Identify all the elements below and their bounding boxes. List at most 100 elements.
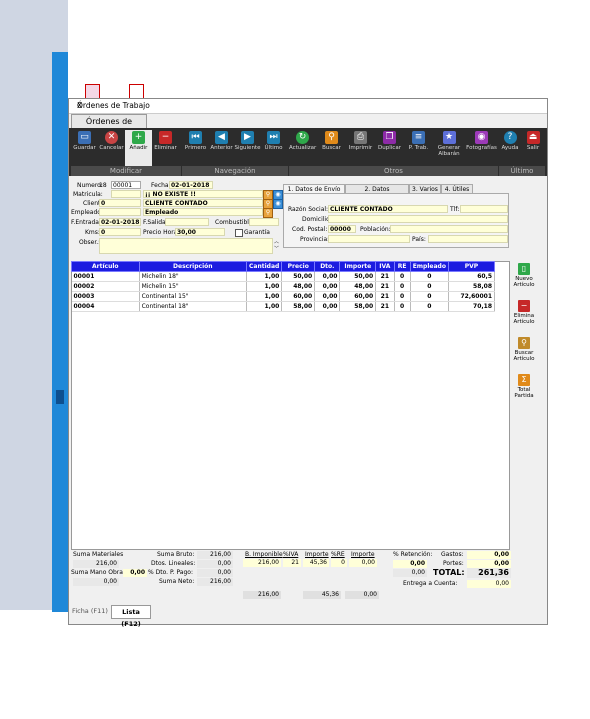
desktop-app-icon[interactable] xyxy=(129,84,144,99)
cancelar-button[interactable]: ✕ Cancelar xyxy=(98,130,125,166)
table-cell[interactable]: 60,5 xyxy=(448,271,496,282)
observaciones-field[interactable] xyxy=(99,238,273,254)
combustible-field[interactable] xyxy=(249,218,279,226)
garantia-checkbox[interactable] xyxy=(235,229,243,237)
pais-field[interactable] xyxy=(428,235,508,243)
cliente-code-field[interactable]: 0 xyxy=(99,199,141,207)
fsalida-field[interactable] xyxy=(165,218,209,226)
retencion-pct-field[interactable]: 0,00 xyxy=(393,560,427,568)
cp-field[interactable]: 00000 xyxy=(328,225,356,233)
table-cell[interactable]: 0 xyxy=(410,281,449,292)
table-cell[interactable]: 48,00 xyxy=(281,281,316,292)
duplicar-button[interactable]: ❐ Duplicar xyxy=(376,130,403,166)
table-cell[interactable]: 48,00 xyxy=(339,281,377,292)
ptrab-button[interactable]: ≡ P. Trab. xyxy=(405,130,432,166)
tab-lista[interactable]: Lista (F12) xyxy=(111,605,151,628)
table-cell[interactable]: 0 xyxy=(410,301,449,312)
guardar-button[interactable]: ▭ Guardar xyxy=(71,130,98,166)
table-cell[interactable]: 0 xyxy=(410,291,449,302)
ultimo-button[interactable]: ⏭ Último xyxy=(260,130,287,166)
close-icon[interactable]: X xyxy=(77,101,541,110)
side-button-total[interactable]: Σ Total Partida xyxy=(513,374,535,399)
table-cell[interactable]: 21 xyxy=(375,301,395,312)
table-cell[interactable]: Continental 18" xyxy=(139,301,248,312)
column-header[interactable]: Dto. xyxy=(314,261,341,272)
table-cell[interactable]: 0 xyxy=(410,271,449,282)
provincia-field[interactable] xyxy=(328,235,410,243)
table-cell[interactable]: 50,00 xyxy=(339,271,377,282)
side-button-elimina[interactable]: − Elimina Artículo xyxy=(513,300,535,325)
table-cell[interactable]: 70,18 xyxy=(448,301,496,312)
table-cell[interactable]: Michelin 15" xyxy=(139,281,248,292)
search-icon[interactable]: ⚲ xyxy=(263,208,273,218)
table-cell[interactable]: 0 xyxy=(394,291,411,302)
empleado-code-field[interactable] xyxy=(99,208,141,216)
table-cell[interactable]: 21 xyxy=(375,271,395,282)
table-cell[interactable]: Michelin 18" xyxy=(139,271,248,282)
table-cell[interactable]: 1,00 xyxy=(246,271,283,282)
table-cell[interactable]: 0,00 xyxy=(314,271,341,282)
table-cell[interactable]: 0,00 xyxy=(314,301,341,312)
actualizar-button[interactable]: ↻ Actualizar xyxy=(289,130,316,166)
table-cell[interactable]: 1,00 xyxy=(246,291,283,302)
column-header[interactable]: PVP xyxy=(447,261,496,272)
imprimir-button[interactable]: ⎙ Imprimir xyxy=(347,130,374,166)
siguiente-button[interactable]: ▶ Siguiente xyxy=(234,130,261,166)
table-cell[interactable]: 21 xyxy=(375,291,395,302)
table-cell[interactable]: 0,00 xyxy=(314,291,341,302)
anadir-button[interactable]: + Añadir xyxy=(125,130,152,166)
table-cell[interactable]: 1,00 xyxy=(246,301,283,312)
anterior-button[interactable]: ◀ Anterior xyxy=(208,130,235,166)
fotografias-button[interactable]: ◉ Fotografías xyxy=(466,130,497,166)
table-row[interactable]: 00001 Michelin 18" 1,00 50,00 0,00 50,00 21 0 0 6… xyxy=(71,271,496,282)
buscar-button[interactable]: ⚲ Buscar xyxy=(318,130,345,166)
kms-field[interactable]: 0 xyxy=(99,228,141,236)
table-cell[interactable]: 60,00 xyxy=(339,291,377,302)
table-cell[interactable]: 00004 xyxy=(71,301,140,312)
column-header[interactable]: Empleado xyxy=(409,261,449,272)
column-header[interactable]: Cantidad xyxy=(246,261,283,272)
fecha-field[interactable]: 02-01-2018 xyxy=(169,181,213,189)
view-icon[interactable]: ◉ xyxy=(273,199,283,209)
ayuda-button[interactable]: ? Ayuda xyxy=(499,130,521,166)
table-row[interactable]: 00004 Continental 18" 1,00 58,00 0,00 58,00 21… xyxy=(71,301,496,312)
razon-field[interactable]: CLIENTE CONTADO xyxy=(328,205,448,213)
eliminar-button[interactable]: − Eliminar xyxy=(152,130,179,166)
table-cell[interactable]: 00003 xyxy=(71,291,140,302)
empleado-field[interactable]: Empleado xyxy=(143,208,263,216)
table-cell[interactable]: 0,00 xyxy=(314,281,341,292)
table-row[interactable]: 00002 Michelin 15" 1,00 48,00 0,00 48,00 21 0 0 5… xyxy=(71,281,496,292)
scroll-arrows-icon[interactable]: ︿ ﹀ xyxy=(274,238,279,252)
table-cell[interactable]: 72,60001 xyxy=(448,291,496,302)
column-header[interactable]: Artículo xyxy=(71,261,140,272)
table-cell[interactable]: 60,00 xyxy=(281,291,316,302)
entrega-field[interactable]: 0,00 xyxy=(467,580,511,588)
desktop-app-icon[interactable] xyxy=(85,84,100,99)
column-header[interactable]: Descripción xyxy=(138,261,248,272)
cliente-name-field[interactable]: CLIENTE CONTADO xyxy=(143,199,263,207)
table-cell[interactable]: 58,08 xyxy=(448,281,496,292)
table-cell[interactable]: 00001 xyxy=(71,271,140,282)
column-header[interactable]: Importe xyxy=(339,261,377,272)
gastos-field[interactable]: 0,00 xyxy=(467,551,511,559)
tab-ficha[interactable]: Ficha (F11) xyxy=(71,605,109,617)
table-cell[interactable]: Continental 15" xyxy=(139,291,248,302)
column-header[interactable]: Precio xyxy=(281,261,316,272)
primero-button[interactable]: ⏮ Primero xyxy=(182,130,209,166)
table-cell[interactable]: 0 xyxy=(394,301,411,312)
table-cell[interactable]: 50,00 xyxy=(281,271,316,282)
fentrada-field[interactable]: 02-01-2018 xyxy=(99,218,141,226)
table-cell[interactable]: 0 xyxy=(394,281,411,292)
precio-hora-field[interactable]: 30,00 xyxy=(175,228,225,236)
table-cell[interactable]: 0 xyxy=(394,271,411,282)
table-cell[interactable]: 58,00 xyxy=(339,301,377,312)
salir-button[interactable]: ⏏ Salir xyxy=(522,130,544,166)
column-header[interactable]: IVA xyxy=(375,261,395,272)
table-cell[interactable]: 00002 xyxy=(71,281,140,292)
table-cell[interactable]: 1,00 xyxy=(246,281,283,292)
generar-albaran-button[interactable]: ★ Generar Albarán xyxy=(434,130,464,166)
tab-ordenes[interactable]: Órdenes de Trabajo xyxy=(71,114,147,139)
dto-pp-pct-field[interactable]: 0,00 xyxy=(123,569,147,577)
table-cell[interactable]: 58,00 xyxy=(281,301,316,312)
numero-field[interactable]: 00001 xyxy=(111,181,141,189)
